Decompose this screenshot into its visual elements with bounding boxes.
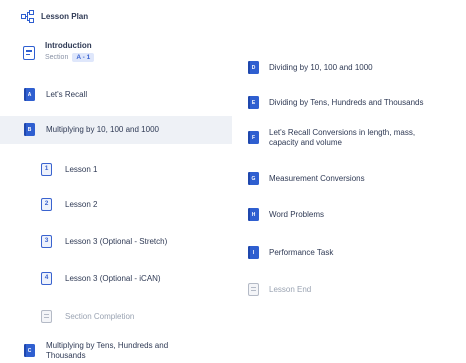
book-icon: D: [248, 61, 259, 74]
book-icon: B: [24, 123, 35, 136]
sidebar-item-label: Dividing by Tens, Hundreds and Thousands: [269, 97, 424, 107]
sidebar-item-multiplying[interactable]: B Multiplying by 10, 100 and 1000: [24, 123, 159, 136]
sidebar-item-label: Let's Recall: [46, 89, 88, 99]
lesson-label: Lesson 2: [65, 199, 98, 209]
lesson-item-4[interactable]: 4 Lesson 3 (Optional - iCAN): [41, 272, 161, 285]
sidebar-item-lets-recall[interactable]: A Let's Recall: [24, 88, 87, 101]
sidebar-item-performance-task[interactable]: I Performance Task: [248, 246, 333, 259]
sidebar-item-label-line2: Thousands: [46, 351, 86, 360]
lesson-end-item[interactable]: Lesson End: [248, 283, 311, 296]
document-icon: [248, 283, 259, 296]
book-icon: I: [248, 246, 259, 259]
sidebar-item-measurement-conversions[interactable]: G Measurement Conversions: [248, 172, 365, 185]
book-icon: A: [24, 88, 35, 101]
sidebar-item-multiplying-tens[interactable]: C Multiplying by Tens, Hundreds and Thou…: [24, 341, 168, 361]
section-badge: A - 1: [72, 53, 95, 62]
introduction-item[interactable]: Introduction Section A - 1: [23, 41, 95, 62]
sidebar-item-label: Dividing by 10, 100 and 1000: [269, 62, 373, 72]
lesson-icon: 1: [41, 163, 52, 176]
lesson-label: Lesson 3 (Optional - Stretch): [65, 236, 168, 246]
book-icon: C: [24, 344, 35, 357]
lesson-plan-header[interactable]: Lesson Plan: [21, 10, 88, 24]
lesson-item-3[interactable]: 3 Lesson 3 (Optional - Stretch): [41, 235, 167, 248]
document-outline-icon: [23, 46, 35, 60]
sidebar-item-recall-conversions[interactable]: F Let's Recall Conversions in length, ma…: [248, 128, 415, 148]
sidebar-item-dividing[interactable]: D Dividing by 10, 100 and 1000: [248, 61, 373, 74]
sidebar-item-label: Measurement Conversions: [269, 173, 365, 183]
sidebar-item-label: Word Problems: [269, 209, 324, 219]
book-icon: G: [248, 172, 259, 185]
sidebar-item-label: Multiplying by 10, 100 and 1000: [46, 124, 159, 134]
lesson-icon: 4: [41, 272, 52, 285]
lesson-item-2[interactable]: 2 Lesson 2: [41, 198, 97, 211]
document-icon: [41, 310, 52, 323]
section-completion-item[interactable]: Section Completion: [41, 310, 134, 323]
page-title: Lesson Plan: [41, 12, 89, 21]
sidebar-item-dividing-tens[interactable]: E Dividing by Tens, Hundreds and Thousan…: [248, 96, 423, 109]
book-icon: E: [248, 96, 259, 109]
sidebar-item-label-line2: capacity and volume: [269, 138, 342, 147]
sidebar-item-label: Performance Task: [269, 247, 334, 257]
lesson-plan-panel: Lesson Plan Introduction Section A - 1 A…: [0, 0, 466, 363]
section-completion-label: Section Completion: [65, 311, 135, 321]
book-icon: F: [248, 131, 259, 144]
sidebar-item-label-line1: Let's Recall Conversions in length, mass…: [269, 128, 416, 137]
lesson-item-1[interactable]: 1 Lesson 1: [41, 163, 97, 176]
introduction-title: Introduction: [45, 41, 92, 50]
section-label: Section: [45, 54, 69, 61]
hierarchy-icon: [21, 10, 34, 23]
lesson-label: Lesson 1: [65, 164, 98, 174]
sidebar-item-word-problems[interactable]: H Word Problems: [248, 208, 324, 221]
book-icon: H: [248, 208, 259, 221]
lesson-icon: 3: [41, 235, 52, 248]
lesson-end-label: Lesson End: [269, 284, 312, 294]
sidebar-item-label-line1: Multiplying by Tens, Hundreds and: [46, 341, 169, 350]
lesson-icon: 2: [41, 198, 52, 211]
lesson-label: Lesson 3 (Optional - iCAN): [65, 273, 161, 283]
